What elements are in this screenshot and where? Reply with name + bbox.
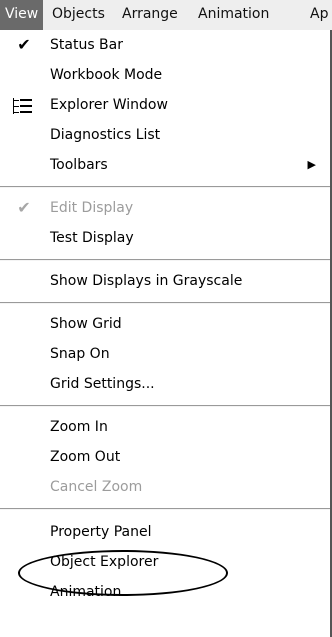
- menu-separator: [0, 302, 330, 304]
- menu-arrange[interactable]: Arrange: [122, 0, 178, 30]
- menu-item-cancel-zoom: Cancel Zoom: [0, 472, 330, 502]
- menu-item-label: Toolbars: [50, 157, 108, 173]
- check-icon: ✔: [17, 198, 31, 217]
- menu-item-explorer-window[interactable]: Explorer Window: [0, 90, 330, 120]
- menu-item-test-display[interactable]: Test Display: [0, 223, 330, 253]
- menu-item-grid-settings[interactable]: Grid Settings...: [0, 369, 330, 399]
- menu-separator: [0, 405, 330, 407]
- menu-item-label: Edit Display: [50, 200, 134, 216]
- menu-separator: [0, 259, 330, 261]
- menu-item-label: Grid Settings...: [50, 376, 155, 392]
- menu-item-workbook-mode[interactable]: Workbook Mode: [0, 60, 330, 90]
- menu-separator: [0, 186, 330, 188]
- menu-item-label: Zoom Out: [50, 449, 121, 465]
- menu-ap[interactable]: Ap: [310, 0, 328, 30]
- check-icon: ✔: [17, 35, 31, 54]
- menu-item-label: Cancel Zoom: [50, 479, 143, 495]
- submenu-arrow-icon: ▶: [307, 158, 316, 171]
- menu-item-grayscale[interactable]: Show Displays in Grayscale: [0, 266, 330, 296]
- menu-item-property-panel[interactable]: Property Panel: [0, 517, 330, 547]
- menu-item-label: Status Bar: [50, 37, 124, 53]
- menu-item-label: Workbook Mode: [50, 67, 163, 83]
- menu-item-label: Explorer Window: [50, 97, 168, 113]
- menu-item-label: Show Grid: [50, 316, 122, 332]
- menu-separator: [0, 508, 330, 510]
- menu-item-edit-display: ✔ Edit Display: [0, 193, 330, 223]
- menu-item-label: Test Display: [50, 230, 134, 246]
- menu-animation[interactable]: Animation: [198, 0, 269, 30]
- menu-bar: View Objects Arrange Animation Ap: [0, 0, 332, 31]
- menu-item-show-grid[interactable]: Show Grid: [0, 309, 330, 339]
- menu-item-label: Snap On: [50, 346, 110, 362]
- menu-item-zoom-in[interactable]: Zoom In: [0, 412, 330, 442]
- tree-view-icon: [12, 96, 36, 114]
- menu-item-label: Zoom In: [50, 419, 108, 435]
- menu-item-label: Property Panel: [50, 524, 152, 540]
- menu-objects[interactable]: Objects: [52, 0, 105, 30]
- menu-view[interactable]: View: [0, 0, 44, 30]
- menu-item-label: Diagnostics List: [50, 127, 161, 143]
- menu-item-snap-on[interactable]: Snap On: [0, 339, 330, 369]
- menu-item-zoom-out[interactable]: Zoom Out: [0, 442, 330, 472]
- menu-item-status-bar[interactable]: ✔ Status Bar: [0, 30, 330, 60]
- view-menu-dropdown: ✔ Status Bar Workbook Mode Explorer Wind…: [0, 30, 332, 637]
- menu-item-toolbars[interactable]: Toolbars ▶: [0, 150, 330, 180]
- menu-item-label: Show Displays in Grayscale: [50, 273, 243, 289]
- highlight-ellipse: [18, 550, 228, 596]
- menu-item-diagnostics-list[interactable]: Diagnostics List: [0, 120, 330, 150]
